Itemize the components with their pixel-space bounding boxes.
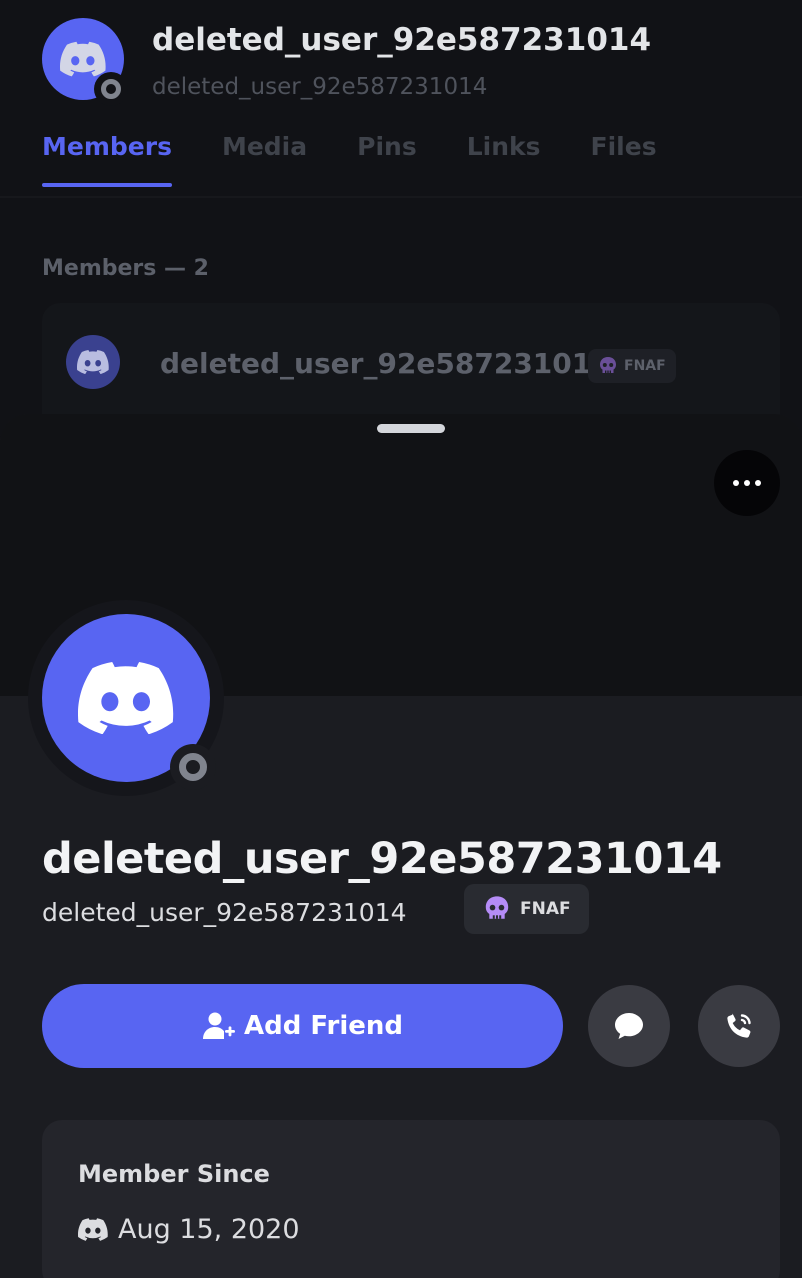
tab-media[interactable]: Media: [222, 132, 307, 187]
more-horizontal-icon: [733, 480, 761, 486]
add-friend-icon: [203, 1012, 235, 1039]
tab-pins[interactable]: Pins: [357, 132, 417, 187]
tab-files[interactable]: Files: [591, 132, 657, 187]
member-since-row: Aug 15, 2020: [78, 1214, 300, 1245]
more-options-button[interactable]: [714, 450, 780, 516]
channel-header: deleted_user_92e587231014 deleted_user_9…: [0, 0, 802, 200]
offline-status-icon: [94, 72, 128, 106]
profile-tag-label: FNAF: [520, 899, 571, 919]
tab-links[interactable]: Links: [467, 132, 541, 187]
profile-username: deleted_user_92e587231014: [42, 898, 407, 927]
call-button[interactable]: [698, 985, 780, 1067]
header-username: deleted_user_92e587231014: [152, 74, 488, 100]
add-friend-label: Add Friend: [244, 1011, 403, 1041]
discord-logo-icon: [60, 41, 106, 77]
tab-members[interactable]: Members: [42, 132, 172, 187]
discord-logo-icon: [77, 350, 109, 374]
chat-bubble-icon: [615, 1013, 643, 1039]
add-friend-button[interactable]: Add Friend: [42, 984, 563, 1068]
sheet-drag-handle[interactable]: [377, 424, 445, 433]
member-avatar: [66, 335, 120, 389]
member-since-date: Aug 15, 2020: [118, 1214, 300, 1245]
profile-sheet: deleted_user_92e587231014 deleted_user_9…: [0, 414, 802, 1278]
profile-display-name: deleted_user_92e587231014: [42, 834, 722, 884]
header-title: deleted_user_92e587231014: [152, 22, 652, 58]
skull-icon: [600, 357, 616, 373]
skull-icon: [485, 896, 509, 919]
tabs-divider: [0, 196, 802, 198]
screen: deleted_user_92e587231014 deleted_user_9…: [0, 0, 802, 1278]
message-button[interactable]: [588, 985, 670, 1067]
member-name: deleted_user_92e587231014: [160, 347, 611, 380]
member-tag-label: FNAF: [624, 358, 666, 374]
member-server-tag: FNAF: [588, 349, 676, 383]
discord-logo-icon: [78, 662, 174, 734]
discord-logo-icon: [78, 1218, 108, 1241]
member-since-card: Member Since Aug 15, 2020: [42, 1120, 780, 1278]
member-since-heading: Member Since: [78, 1160, 270, 1188]
members-heading: Members — 2: [42, 256, 209, 281]
offline-status-icon: [170, 744, 216, 790]
phone-icon: [727, 1013, 751, 1038]
channel-tabs: Members Media Pins Links Files: [42, 132, 707, 187]
profile-server-tag[interactable]: FNAF: [464, 884, 589, 934]
